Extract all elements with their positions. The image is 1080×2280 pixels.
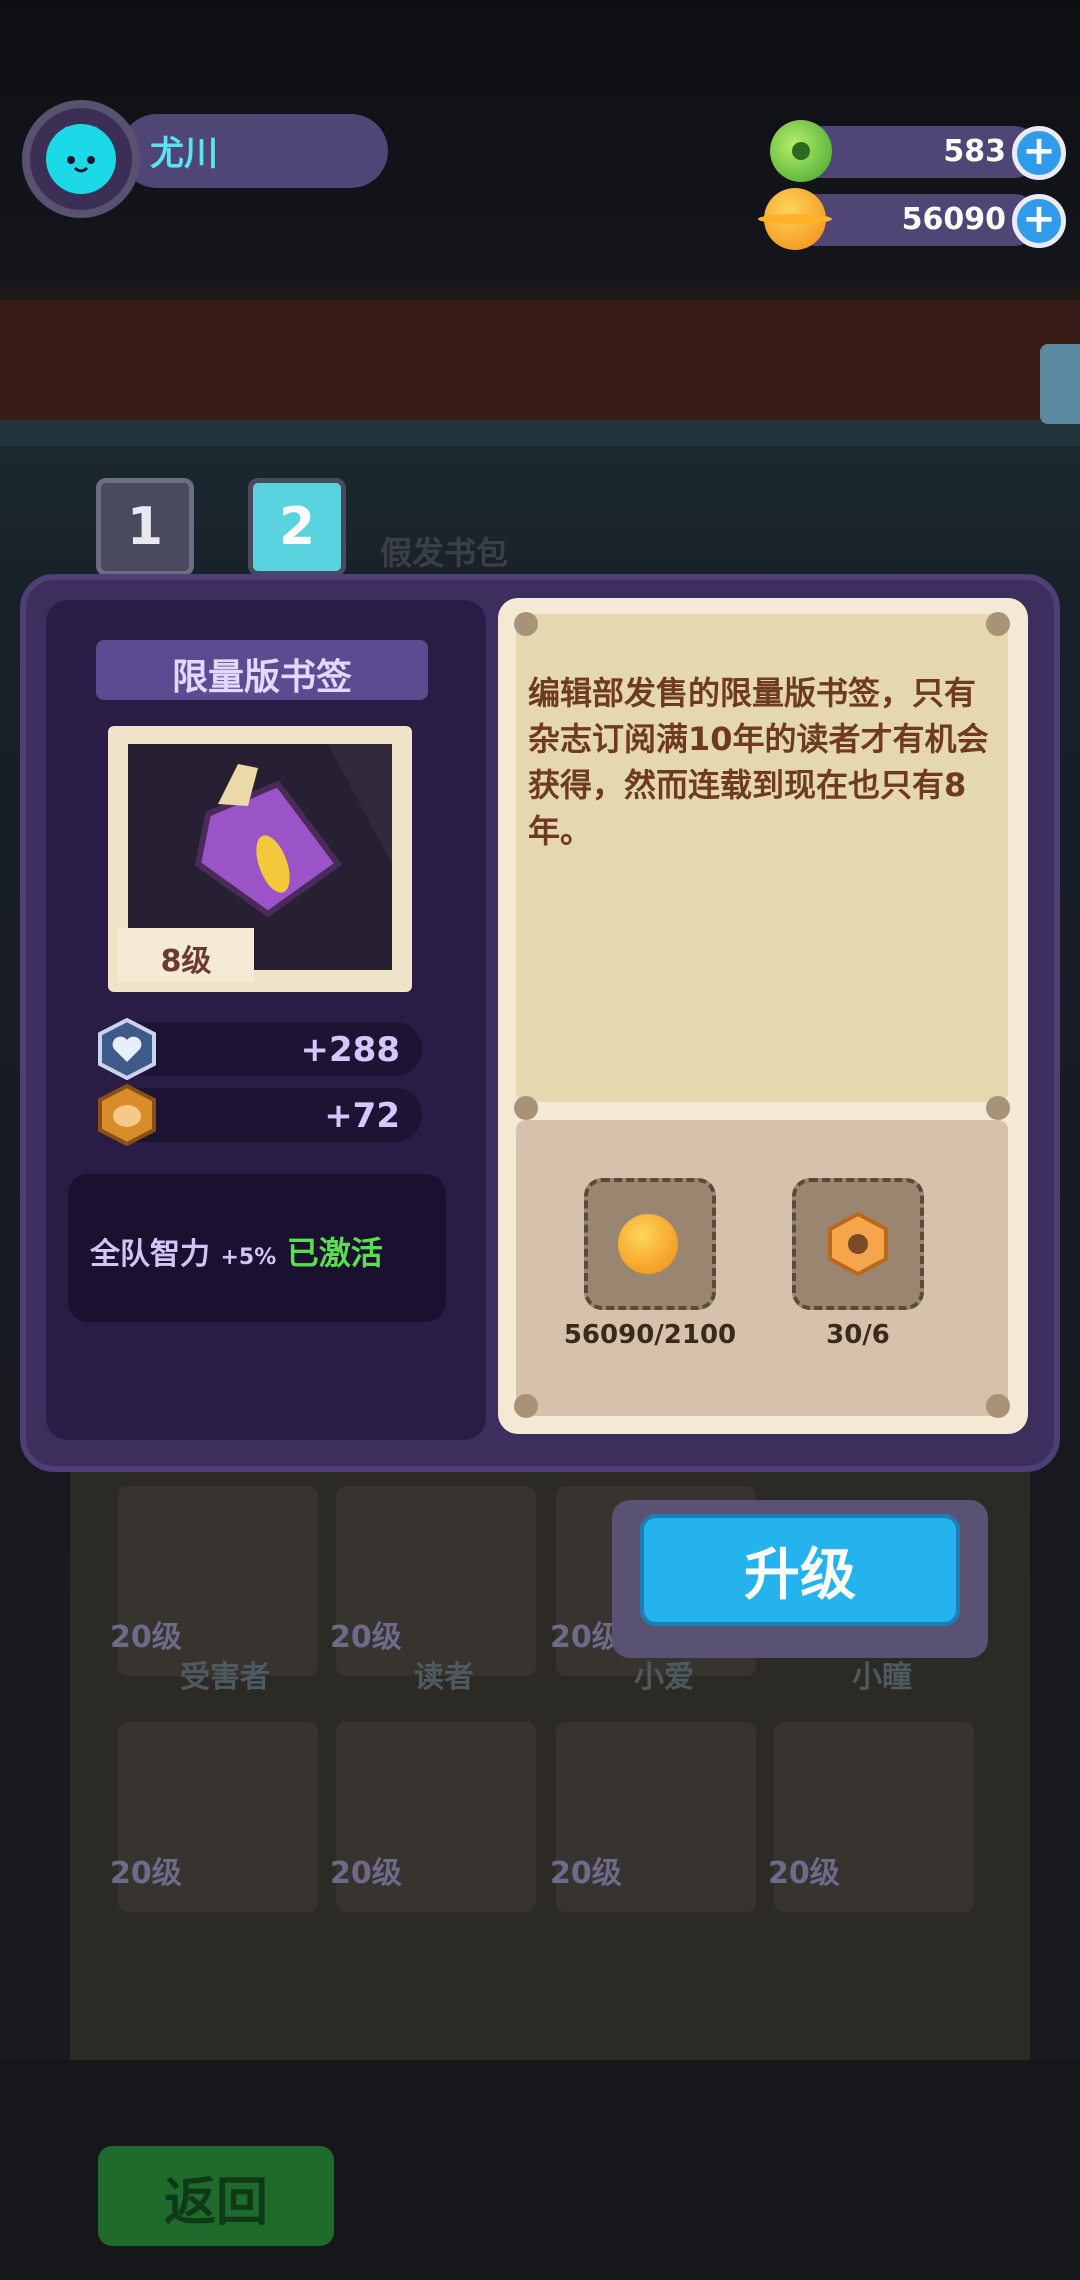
card-level: 20级 (550, 1856, 622, 1891)
share-icon[interactable] (1040, 344, 1080, 424)
card-name: 小爱 (634, 1660, 694, 1695)
tab-1[interactable]: 1 (96, 478, 194, 576)
pin-icon (986, 1394, 1010, 1418)
hex-nut-icon (824, 1210, 892, 1282)
card-level: 20级 (768, 1856, 840, 1891)
pin-icon (986, 1096, 1010, 1120)
cost-coin-amount: 56090/2100 (563, 1320, 737, 1350)
cost-slot-coin (584, 1178, 716, 1310)
cost-nut-amount: 30/6 (826, 1320, 890, 1350)
stat-hp-value: +288 (300, 1030, 400, 1070)
back-button-label[interactable]: 返回 (98, 2160, 334, 2235)
background-bubble-text: 假发书包 (380, 534, 509, 572)
add-coins-button[interactable]: + (1012, 194, 1066, 248)
item-description: 编辑部发售的限量版书签，只有杂志订阅满10年的读者才有机会获得，然而连载到现在也… (528, 674, 989, 850)
upgrade-button-label[interactable]: 升级 (640, 1530, 960, 1611)
player-name: 尤川 (150, 134, 218, 174)
background-shelf-edge (0, 420, 1080, 446)
pin-icon (514, 612, 538, 636)
gem-count: 583 (943, 134, 1006, 169)
card-level: 20级 (550, 1620, 622, 1655)
card-name: 受害者 (180, 1660, 270, 1695)
background-bubble: 假发书包 (380, 528, 508, 574)
cost-slot-nut (792, 1178, 924, 1310)
avatar[interactable] (22, 100, 140, 218)
stat-int-value: +72 (324, 1096, 400, 1136)
pin-icon (986, 612, 1010, 636)
skill-status: 已激活 (286, 1234, 383, 1272)
team-skill: 全队智力 +5% 已激活 (90, 1228, 383, 1274)
card-name: 小瞳 (852, 1660, 912, 1695)
item-level: 8级 (160, 944, 212, 979)
card-level: 20级 (110, 1856, 182, 1891)
card-level: 20级 (110, 1620, 182, 1655)
coin-icon (618, 1214, 678, 1274)
tab-1-label: 1 (126, 497, 164, 557)
skill-name: 全队智力 (90, 1237, 210, 1272)
pin-icon (514, 1096, 538, 1120)
skill-bonus: +5% (220, 1245, 277, 1270)
add-gems-button[interactable]: + (1012, 126, 1066, 180)
card-level: 20级 (330, 1620, 402, 1655)
background-shelf (0, 300, 1080, 420)
card-name: 读者 (414, 1660, 474, 1695)
card-level: 20级 (330, 1856, 402, 1891)
pin-icon (514, 1394, 538, 1418)
heart-shield-icon (96, 1017, 158, 1081)
brain-badge-icon (96, 1083, 158, 1147)
tab-2[interactable]: 2 (248, 478, 346, 576)
item-title: 限量版书签 (171, 657, 352, 698)
coin-count: 56090 (901, 202, 1006, 237)
cat-avatar-icon (46, 124, 116, 194)
tab-2-label: 2 (278, 497, 316, 557)
